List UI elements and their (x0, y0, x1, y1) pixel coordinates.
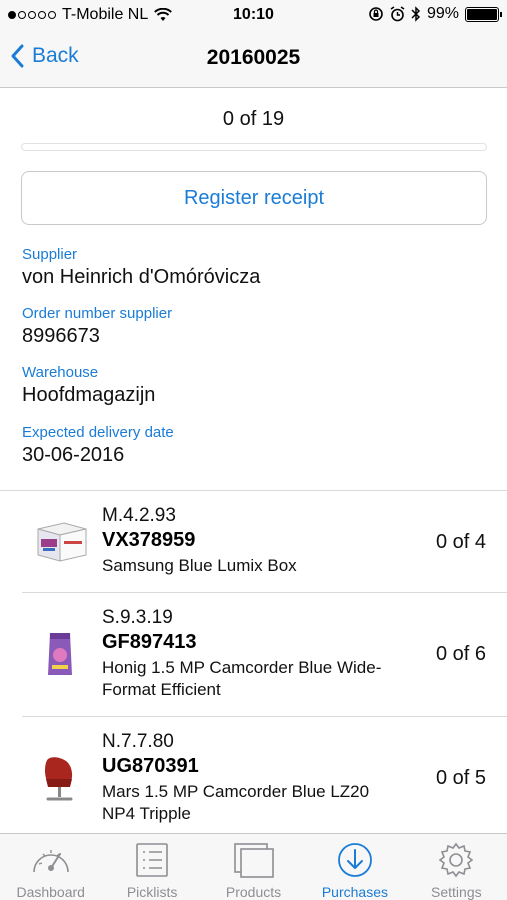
status-right: 99% (368, 5, 502, 23)
gear-icon (438, 842, 474, 878)
progress-bar (21, 143, 487, 151)
item-count: 0 of 4 (435, 531, 486, 553)
item-texts: N.7.7.80 UG870391 Mars 1.5 MP Camcorder … (102, 731, 369, 825)
item-code: UG870391 (102, 755, 199, 777)
item-count: 0 of 5 (435, 767, 486, 789)
tab-label: Products (225, 884, 282, 900)
tab-label: Purchases (321, 884, 388, 900)
item-description: Mars 1.5 MP Camcorder Blue LZ20 NP4 Trip… (102, 782, 370, 823)
delivery-date-value: 30-06-2016 (22, 444, 125, 466)
product-box-icon (37, 522, 87, 562)
bluetooth-icon (411, 6, 421, 22)
order-number-field: Order number supplier 8996673 (22, 305, 172, 348)
red-chair-icon (45, 757, 73, 801)
tab-dashboard[interactable]: Dashboard (0, 834, 101, 900)
rotation-lock-icon (369, 7, 383, 21)
download-circle-icon (338, 843, 372, 877)
item-description: Honig 1.5 MP Camcorder Blue Wide- Format… (102, 658, 382, 699)
item-location: S.9.3.19 (102, 607, 173, 628)
register-receipt-button[interactable]: Register receipt (21, 171, 487, 225)
gauge-icon (32, 850, 69, 873)
item-description: Samsung Blue Lumix Box (102, 556, 297, 575)
alarm-icon (390, 6, 405, 22)
warehouse-value: Hoofdmagazijn (22, 384, 156, 406)
item-code: GF897413 (102, 631, 197, 653)
warehouse-label: Warehouse (22, 364, 99, 381)
supplier-field: Supplier von Heinrich d'Omóróvicza (22, 246, 260, 289)
list-item[interactable]: S.9.3.19 GF897413 Honig 1.5 MP Camcorder… (0, 593, 507, 716)
status-bar: T-Mobile NL 10:10 99% (0, 0, 507, 32)
page-title: 20160025 (206, 46, 301, 69)
supplier-value: von Heinrich d'Omóróvicza (22, 266, 261, 288)
boxes-icon (233, 843, 274, 878)
navigation-bar: Back 20160025 (0, 32, 507, 88)
list-icon (136, 843, 168, 877)
tab-settings[interactable]: Settings (406, 834, 507, 900)
list-item[interactable]: M.4.2.93 VX378959 Samsung Blue Lumix Box… (0, 491, 507, 592)
tab-label: Dashboard (16, 884, 85, 900)
order-number-value: 8996673 (22, 325, 100, 347)
battery-percent: 99% (426, 5, 459, 22)
order-number-label: Order number supplier (22, 305, 173, 322)
item-location: M.4.2.93 (102, 505, 176, 526)
tab-bar: Dashboard Picklists Products Purchases S… (0, 833, 507, 900)
list-item[interactable]: N.7.7.80 UG870391 Mars 1.5 MP Camcorder … (0, 717, 507, 833)
battery-icon (465, 6, 502, 22)
delivery-date-label: Expected delivery date (22, 424, 174, 441)
tab-label: Settings (431, 884, 482, 900)
progress-label: 0 of 19 (222, 108, 285, 130)
item-texts: S.9.3.19 GF897413 Honig 1.5 MP Camcorder… (102, 607, 381, 701)
tab-picklists[interactable]: Picklists (101, 834, 202, 900)
item-texts: M.4.2.93 VX378959 Samsung Blue Lumix Box (102, 505, 297, 577)
tab-products[interactable]: Products (203, 834, 304, 900)
item-location: N.7.7.80 (102, 731, 174, 752)
tab-label: Picklists (126, 884, 178, 900)
item-code: VX378959 (102, 529, 196, 551)
product-bag-icon (48, 633, 72, 675)
item-count: 0 of 6 (435, 643, 486, 665)
supplier-label: Supplier (22, 246, 78, 263)
warehouse-field: Warehouse Hoofdmagazijn (22, 364, 155, 407)
tab-purchases[interactable]: Purchases (304, 834, 405, 900)
delivery-date-field: Expected delivery date 30-06-2016 (22, 424, 174, 467)
